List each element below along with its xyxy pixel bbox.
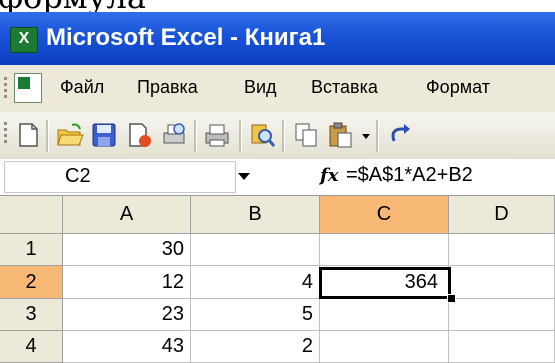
cell-a3[interactable]: 23	[63, 299, 191, 331]
cell-d1[interactable]	[449, 234, 555, 266]
name-box[interactable]: C2	[4, 161, 236, 193]
toolbar-separator	[376, 120, 379, 152]
cell-c1[interactable]	[320, 234, 449, 266]
cell-d4[interactable]	[449, 331, 555, 363]
menu-item-file[interactable]: Файл	[60, 77, 104, 98]
permission-icon[interactable]	[125, 121, 153, 149]
copy-icon[interactable]	[292, 121, 320, 149]
menu-item-insert[interactable]: Вставка	[311, 77, 378, 98]
spreadsheet-grid: A B C D 1 2 3 4 30 12 4 364 23 5 43 2	[0, 196, 555, 363]
save-icon[interactable]	[90, 121, 118, 149]
menu-bar: Файл Правка Вид Вставка Формат	[0, 65, 555, 113]
standard-toolbar	[0, 112, 555, 160]
cell-c3[interactable]	[320, 299, 449, 331]
toolbar-grip[interactable]	[4, 122, 8, 146]
cell-b1[interactable]	[191, 234, 320, 266]
paste-dropdown-icon[interactable]	[362, 134, 370, 139]
new-icon[interactable]	[14, 121, 42, 149]
excel-app-icon[interactable]: X	[10, 27, 38, 53]
cell-b4[interactable]: 2	[191, 331, 320, 363]
name-box-dropdown-icon[interactable]	[238, 173, 250, 180]
cell-b2[interactable]: 4	[191, 266, 320, 299]
cell-a2[interactable]: 12	[63, 266, 191, 299]
cell-d2[interactable]	[449, 266, 555, 299]
name-box-value: C2	[65, 165, 91, 187]
formula-input[interactable]: =$A$1*A2+B2	[346, 164, 473, 187]
paste-icon[interactable]	[326, 121, 354, 149]
menu-item-format[interactable]: Формат	[426, 77, 490, 98]
fill-handle[interactable]	[447, 294, 456, 303]
print-preview-icon[interactable]	[160, 121, 188, 149]
print-icon[interactable]	[203, 121, 231, 149]
window-title: Microsoft Excel - Книга1	[46, 24, 326, 51]
active-cell-border	[319, 267, 451, 299]
row-header-2[interactable]: 2	[0, 266, 63, 299]
toolbar-separator	[46, 120, 49, 152]
insert-function-icon[interactable]: fx	[320, 165, 338, 186]
title-bar: X Microsoft Excel - Книга1	[0, 12, 555, 65]
formula-bar: C2 fx =$A$1*A2+B2	[0, 159, 555, 196]
row-header-4[interactable]: 4	[0, 331, 63, 363]
row-header-3[interactable]: 3	[0, 299, 63, 331]
research-icon[interactable]	[248, 121, 276, 149]
toolbar-separator	[239, 120, 242, 152]
menu-item-edit[interactable]: Правка	[137, 77, 198, 98]
column-header-c[interactable]: C	[320, 196, 449, 234]
column-header-a[interactable]: A	[63, 196, 191, 234]
column-header-d[interactable]: D	[449, 196, 555, 234]
open-icon[interactable]	[56, 121, 84, 149]
cell-a1[interactable]: 30	[63, 234, 191, 266]
cell-b3[interactable]: 5	[191, 299, 320, 331]
workbook-icon[interactable]	[14, 73, 42, 103]
row-header-1[interactable]: 1	[0, 234, 63, 266]
select-all-corner[interactable]	[0, 196, 63, 234]
toolbar-separator	[194, 120, 197, 152]
cell-a4[interactable]: 43	[63, 331, 191, 363]
cell-c4[interactable]	[320, 331, 449, 363]
menu-grip[interactable]	[4, 77, 8, 101]
toolbar-separator	[282, 120, 285, 152]
undo-icon[interactable]	[386, 121, 414, 149]
cell-d3[interactable]	[449, 299, 555, 331]
menu-item-view[interactable]: Вид	[244, 77, 277, 98]
column-header-b[interactable]: B	[191, 196, 320, 234]
